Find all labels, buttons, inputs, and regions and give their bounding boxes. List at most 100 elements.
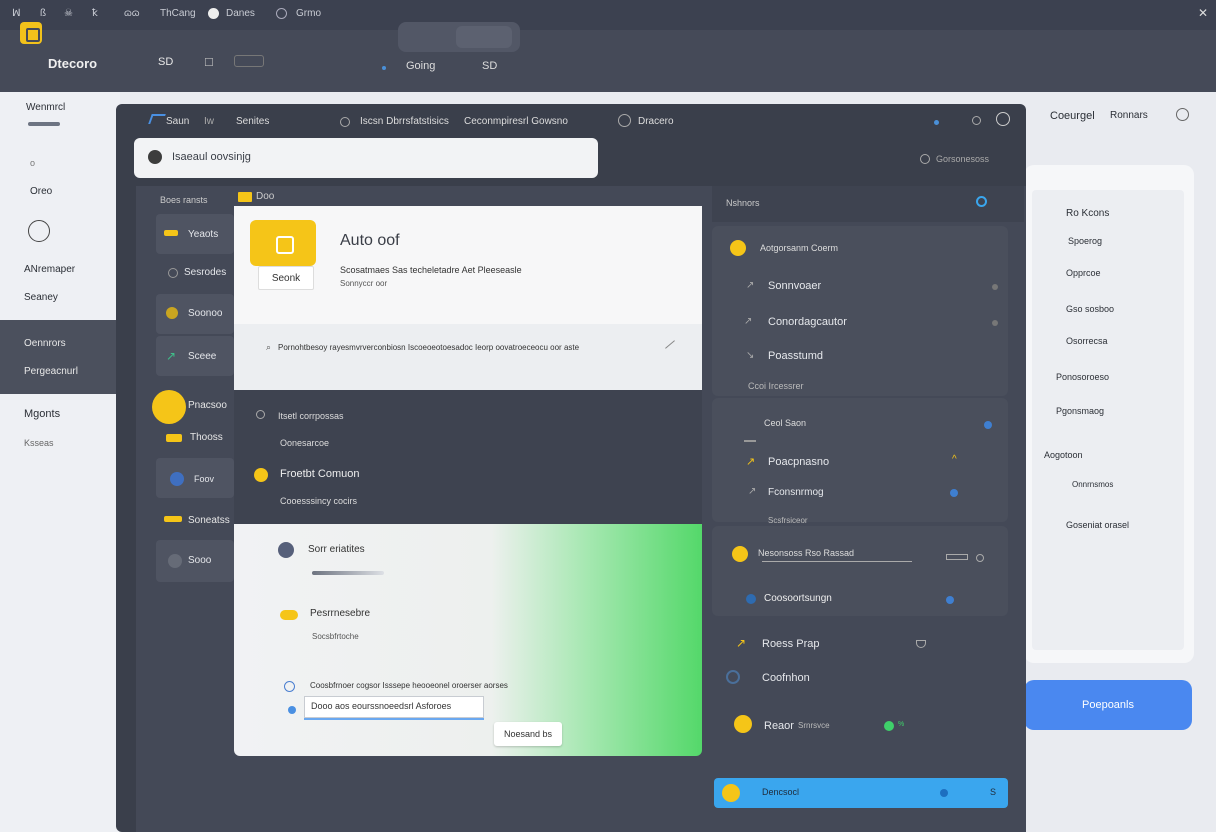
window-tab[interactable]: Senites	[236, 116, 269, 127]
right-bg-item[interactable]: Onnrnsmos	[1072, 480, 1113, 489]
sidebar-item-selected[interactable]: Pergeacnurl	[24, 366, 78, 377]
more-icon[interactable]	[992, 284, 998, 290]
right-bg-item[interactable]: Gso sosboo	[1066, 304, 1114, 314]
topbar-item[interactable]: ß	[40, 8, 46, 19]
group-item[interactable]: Coosoortsungn	[764, 593, 832, 604]
right-bg-item[interactable]: Opprcoe	[1066, 268, 1101, 278]
right-bg-item[interactable]: Pgonsmaog	[1056, 406, 1104, 416]
search-button[interactable]: Seonk	[258, 266, 314, 290]
clock-icon	[340, 117, 350, 127]
more-icon[interactable]	[992, 320, 998, 326]
topbar-item[interactable]: ThCang	[160, 8, 196, 19]
list-item[interactable]: ↗ Sceee	[156, 336, 234, 376]
sidebar-item[interactable]: o	[30, 158, 35, 168]
card-description: Scosatmaes Sas techeletadre Aet Pleeseas…	[340, 265, 522, 275]
menu-item[interactable]: Roess Prap	[762, 638, 819, 650]
body-item[interactable]: Socsbfrtoche	[312, 632, 359, 641]
globe-icon	[170, 472, 184, 486]
menu-item[interactable]: Reaor	[764, 720, 794, 732]
primary-action-button[interactable]: Poepoanls	[1024, 680, 1192, 730]
right-bg-item[interactable]: Osorrecsa	[1066, 336, 1108, 346]
sidebar-item[interactable]: Ksseas	[24, 438, 54, 448]
header-nav-item[interactable]: ☐	[204, 56, 214, 69]
list-item[interactable]: Sooo	[156, 540, 234, 582]
path-row[interactable]: ⌕ Pornohtbesoy rayesmvrverconbiosn Iscoe…	[234, 324, 702, 390]
group-item[interactable]: Poasstumd	[768, 350, 823, 362]
notification-banner[interactable]: Isaeaul oovsinjg	[134, 138, 598, 178]
right-bg-item[interactable]: Aogotoon	[1044, 450, 1083, 460]
window-tab[interactable]: Dracero	[638, 116, 674, 127]
topbar-item[interactable]: ☠	[64, 8, 73, 19]
sidebar-underline	[28, 122, 60, 126]
sidebar-item-selected[interactable]: Oennrors	[24, 338, 66, 349]
account-icon[interactable]	[618, 114, 631, 127]
clock-icon	[168, 268, 178, 278]
list-item[interactable]: Yeaots	[156, 214, 234, 254]
right-bg-item[interactable]: Ponosoroeso	[1056, 372, 1109, 382]
secondary-button[interactable]: Noesand bs	[494, 722, 562, 746]
active-item-count: S	[990, 787, 997, 797]
list-item[interactable]: Foov	[156, 458, 234, 498]
sidebar-item[interactable]: Mgonts	[24, 408, 60, 420]
topbar-item[interactable]: Danes	[226, 8, 255, 19]
list-item-label[interactable]: Thooss	[190, 432, 223, 443]
section-item[interactable]: Oonesarcoe	[280, 438, 329, 448]
yellow-badge-icon[interactable]	[152, 390, 186, 424]
window-tab[interactable]: Ceconmpiresrl Gowsno	[464, 116, 568, 127]
body-item[interactable]: Sorr eriatites	[308, 544, 365, 555]
window-tab[interactable]: Iscsn Dbrrsfatstisics	[360, 116, 449, 127]
topbar-item[interactable]: ꝁ	[92, 8, 98, 19]
edit-icon[interactable]	[665, 340, 675, 349]
text-input-field[interactable]: Dooo aos eourssnoeedsrl Asforoes	[304, 696, 484, 718]
section-item[interactable]: Cooesssincy cocirs	[280, 496, 357, 506]
toggle-switch[interactable]	[234, 55, 264, 67]
sidebar-item[interactable]: Seaney	[24, 292, 58, 303]
sidebar-title: Wenmrcl	[26, 102, 66, 113]
group-item[interactable]: Fconsnrmog	[768, 487, 824, 498]
info-icon[interactable]	[1176, 108, 1189, 121]
right-bg-item[interactable]: Goseniat orasel	[1066, 520, 1129, 530]
refresh-icon[interactable]	[920, 154, 930, 164]
group-item[interactable]: Sonnvoaer	[768, 280, 821, 292]
list-item-label[interactable]: Pnacsoo	[188, 400, 227, 411]
window-close-icon[interactable]: ✕	[1198, 6, 1208, 20]
group-item[interactable]: Ccoi Ircessrer	[748, 381, 804, 391]
section-item[interactable]: Itsetl corrpossas	[278, 411, 344, 421]
status-badge-icon	[734, 715, 752, 733]
circle-icon[interactable]	[976, 554, 984, 562]
profile-icon[interactable]	[996, 112, 1010, 126]
sidebar-item[interactable]: Oreo	[30, 186, 52, 197]
group-item[interactable]: Conordagcautor	[768, 316, 847, 328]
arrow-icon: ↗	[744, 316, 753, 327]
right-bg-item[interactable]: Ro Kcons	[1066, 208, 1109, 219]
group-item[interactable]: Poacpnasno	[768, 456, 829, 468]
group-item[interactable]: Scsfrsiceor	[768, 516, 808, 525]
battery-icon	[946, 554, 968, 560]
right-bg-item[interactable]: Spoerog	[1068, 236, 1102, 246]
section-item[interactable]: Froetbt Comuon	[280, 468, 359, 480]
active-item-bar[interactable]: Dencsocl S	[714, 778, 1008, 808]
window-tab[interactable]: Saun	[166, 116, 189, 127]
topbar-item[interactable]: Grmo	[296, 8, 321, 19]
right-group-2	[712, 398, 1008, 522]
toggle-icon[interactable]	[280, 610, 298, 620]
body-item[interactable]: Pesrrnesebre	[310, 608, 370, 619]
app-menu-icon[interactable]: ꟽ	[12, 8, 21, 19]
music-icon[interactable]	[28, 220, 50, 242]
window-tab[interactable]: Iw	[204, 116, 214, 127]
list-item-label[interactable]: Soneatss	[188, 515, 230, 526]
right-bg-tab[interactable]: Ronnars	[1110, 110, 1148, 121]
topbar-item[interactable]: ɷɷ	[124, 8, 140, 19]
group-title: Aotgorsanm Coerm	[760, 243, 839, 253]
sidebar-item[interactable]: ANremaper	[24, 264, 75, 275]
header-nav-item[interactable]: SD	[158, 56, 173, 68]
menu-item[interactable]: Coofnhon	[762, 672, 810, 684]
search-icon[interactable]	[972, 116, 981, 125]
radio-icon[interactable]	[284, 681, 295, 692]
pin-icon[interactable]	[976, 196, 987, 207]
list-item[interactable]: Sesrodes	[156, 254, 234, 294]
list-item[interactable]: Soonoo	[156, 294, 234, 334]
status-dot-icon	[934, 120, 939, 125]
settings-icon[interactable]	[276, 8, 287, 19]
search-input[interactable]	[456, 26, 512, 48]
